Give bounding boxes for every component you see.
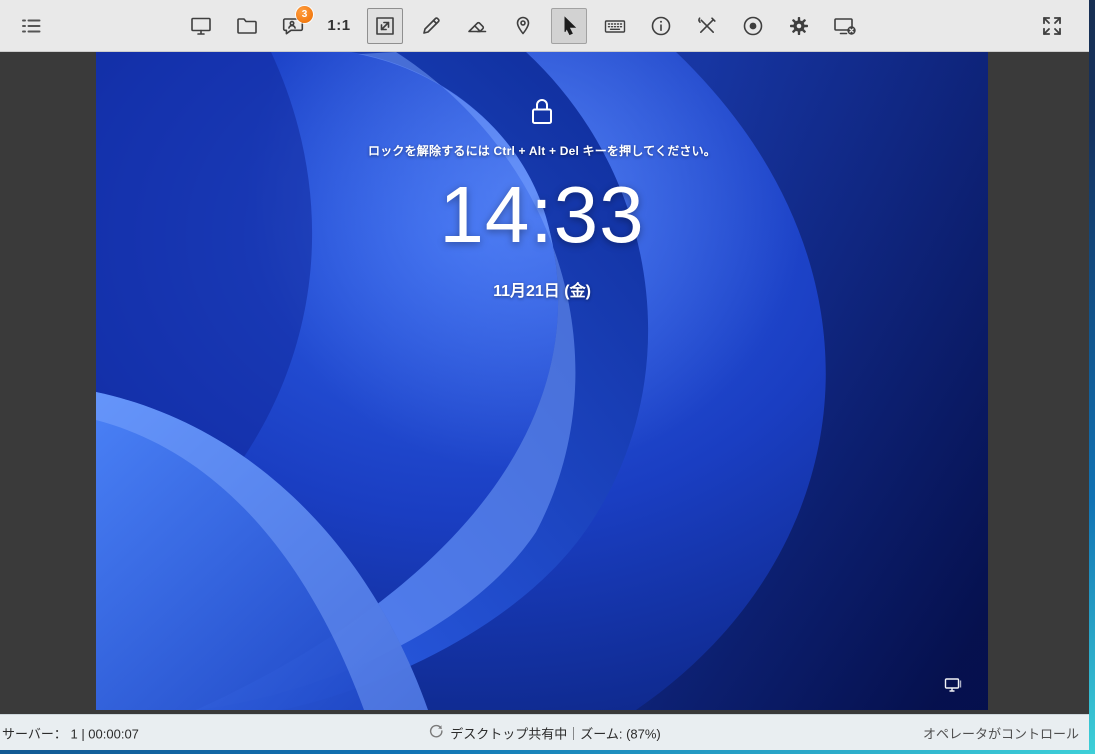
eraser-button[interactable]	[454, 3, 500, 49]
menu-button[interactable]	[8, 3, 54, 49]
lock-icon	[527, 96, 557, 133]
monitor-select-button[interactable]	[178, 3, 224, 49]
sharing-status: デスクトップ共有中｜ズーム: (87%)	[428, 723, 661, 742]
scale-1-1-button[interactable]: 1:1	[316, 3, 362, 49]
lock-screen-clock: 14:33	[439, 170, 645, 259]
info-button[interactable]	[638, 3, 684, 49]
desktop-stage: 3 1:1 ロックを解除するには Ctrl + Alt + Del キーを押して…	[0, 0, 1095, 754]
unlock-instruction-text: ロックを解除するには Ctrl + Alt + Del キーを押してください。	[368, 144, 716, 158]
fullscreen-button[interactable]	[1029, 3, 1075, 49]
fit-to-window-button[interactable]	[362, 3, 408, 49]
keyboard-button[interactable]	[592, 3, 638, 49]
disconnect-button[interactable]	[822, 3, 868, 49]
refresh-icon	[428, 724, 443, 742]
remote-monitor-indicator-icon	[944, 677, 962, 698]
map-pin-icon	[511, 14, 535, 38]
cursor-mode-button[interactable]	[546, 3, 592, 49]
operator-control-text: オペレータがコントロール	[922, 726, 1079, 741]
keyboard-icon	[603, 14, 627, 38]
session-server-timer-text: サーバー： 1 | 00:00:07	[2, 726, 139, 741]
disconnect-monitor-icon	[832, 14, 858, 38]
status-bar: サーバー： 1 | 00:00:07 デスクトップ共有中｜ズーム: (87%) …	[0, 714, 1089, 750]
lock-screen-date: 11月21日 (金)	[493, 283, 591, 300]
scale-1-1-label: 1:1	[327, 17, 351, 34]
fit-to-window-icon	[367, 7, 403, 44]
chat-button[interactable]: 3	[270, 3, 316, 49]
record-icon	[741, 14, 765, 38]
gear-icon	[787, 14, 811, 38]
cursor-arrow-icon	[551, 7, 587, 44]
toolbar: 3 1:1	[0, 0, 1089, 52]
pencil-icon	[419, 14, 443, 38]
fullscreen-icon	[1040, 14, 1064, 38]
chat-unread-badge: 3	[296, 5, 313, 23]
draw-pencil-button[interactable]	[408, 3, 454, 49]
remote-control-window: 3 1:1 ロックを解除するには Ctrl + Alt + Del キーを押して…	[0, 0, 1089, 750]
eraser-icon	[465, 14, 489, 38]
info-icon	[649, 14, 673, 38]
record-button[interactable]	[730, 3, 776, 49]
settings-button[interactable]	[776, 3, 822, 49]
tools-icon	[695, 14, 719, 38]
pointer-marker-button[interactable]	[500, 3, 546, 49]
menu-list-icon	[19, 14, 43, 38]
monitor-icon	[189, 14, 213, 38]
admin-tools-button[interactable]	[684, 3, 730, 49]
sharing-status-text: デスクトップ共有中｜ズーム: (87%)	[450, 726, 661, 741]
windows-lock-screen: ロックを解除するには Ctrl + Alt + Del キーを押してください。 …	[96, 52, 988, 710]
remote-viewport: ロックを解除するには Ctrl + Alt + Del キーを押してください。 …	[0, 52, 1089, 714]
folder-icon	[235, 14, 259, 38]
remote-desktop-screen[interactable]: ロックを解除するには Ctrl + Alt + Del キーを押してください。 …	[96, 52, 988, 710]
file-transfer-button[interactable]	[224, 3, 270, 49]
